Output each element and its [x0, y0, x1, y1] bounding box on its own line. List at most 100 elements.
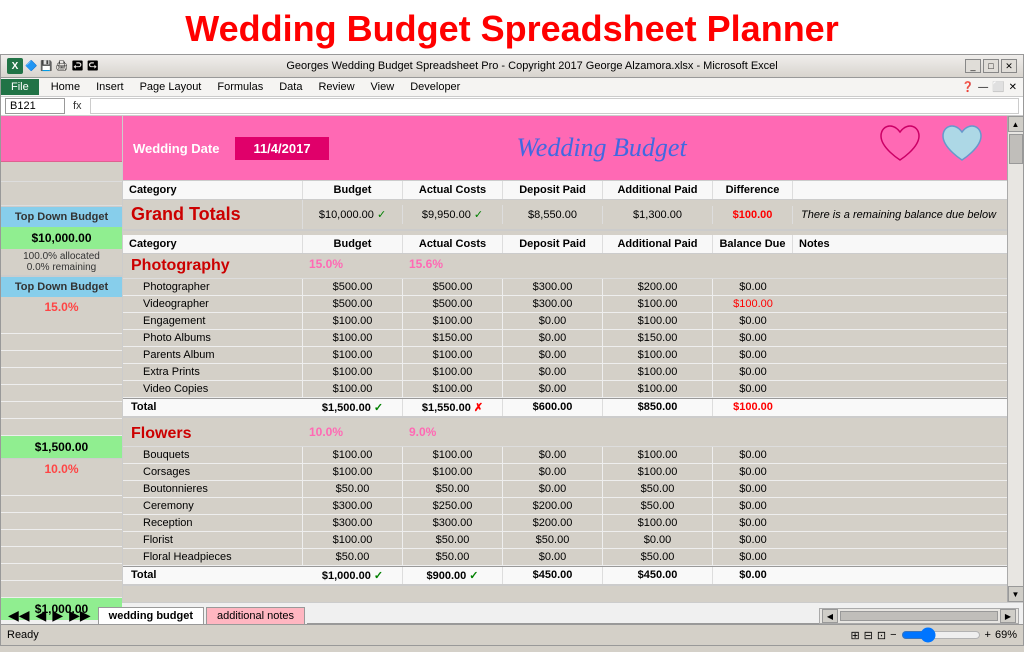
- photo-item-balance: $0.00: [713, 313, 793, 329]
- flower-item-name: Floral Headpieces: [123, 549, 303, 565]
- photo-item-name: Video Copies: [123, 381, 303, 397]
- tab-nav-last[interactable]: ▶▶: [66, 607, 94, 624]
- flowers-item-row: Reception $300.00 $300.00 $200.00 $100.0…: [123, 515, 1007, 532]
- flower-item-balance: $0.00: [713, 549, 793, 565]
- scroll-right-button[interactable]: ▶: [1000, 609, 1016, 623]
- vertical-scrollbar[interactable]: ▲ ▼: [1007, 116, 1023, 602]
- photo-item-deposit: $0.00: [503, 330, 603, 346]
- flower-item-name: Ceremony: [123, 498, 303, 514]
- flower-item-name: Reception: [123, 515, 303, 531]
- dep-header: Deposit Paid: [503, 235, 603, 253]
- collapse-icon[interactable]: —: [978, 82, 988, 93]
- flower-item-additional: $0.00: [603, 532, 713, 548]
- maximize-button[interactable]: □: [983, 59, 999, 73]
- view-normal-icon[interactable]: ⊞: [850, 629, 859, 642]
- photo-item-additional: $100.00: [603, 364, 713, 380]
- zoom-out-button[interactable]: −: [890, 629, 896, 641]
- status-bar: Ready ⊞ ⊟ ⊡ − + 69%: [1, 624, 1023, 645]
- flowers-name-row: Flowers 10.0% 9.0%: [123, 422, 1007, 447]
- minimize-button[interactable]: _: [965, 59, 981, 73]
- formulas-menu[interactable]: Formulas: [209, 79, 271, 95]
- home-menu[interactable]: Home: [43, 79, 88, 95]
- photo-item-budget: $500.00: [303, 296, 403, 312]
- view-layout-icon[interactable]: ⊟: [864, 629, 873, 642]
- review-menu[interactable]: Review: [310, 79, 362, 95]
- view-page-break-icon[interactable]: ⊡: [877, 629, 886, 642]
- photo-item-actual: $100.00: [403, 313, 503, 329]
- photography-total-label: Total: [123, 399, 303, 416]
- insert-menu[interactable]: Insert: [88, 79, 132, 95]
- sheet1-tab[interactable]: wedding budget: [98, 607, 204, 624]
- left-sidebar: Top Down Budget $10,000.00 100.0% alloca…: [1, 116, 123, 602]
- scroll-up-button[interactable]: ▲: [1008, 116, 1024, 132]
- flower-item-name: Corsages: [123, 464, 303, 480]
- close-button[interactable]: ✕: [1001, 59, 1017, 73]
- restore-icon[interactable]: ⬜: [992, 82, 1004, 93]
- flower-item-deposit: $0.00: [503, 481, 603, 497]
- actual-costs-header: Actual Costs: [403, 181, 503, 199]
- formula-input[interactable]: [90, 98, 1019, 114]
- close-icon[interactable]: ✕: [1009, 82, 1017, 93]
- photography-label: Photography: [123, 254, 303, 278]
- photography-pct-sidebar: 15.0%: [1, 297, 122, 317]
- photo-item-actual: $100.00: [403, 381, 503, 397]
- flower-item-name: Bouquets: [123, 447, 303, 463]
- scroll-down-button[interactable]: ▼: [1008, 586, 1024, 602]
- photo-item-deposit: $0.00: [503, 381, 603, 397]
- flower-item-budget: $50.00: [303, 481, 403, 497]
- flower-item-balance: $0.00: [713, 532, 793, 548]
- notes-header-gt: [793, 181, 1007, 199]
- data-menu[interactable]: Data: [271, 79, 310, 95]
- photography-items: Photographer $500.00 $500.00 $300.00 $20…: [123, 279, 1007, 398]
- photo-item-balance: $0.00: [713, 330, 793, 346]
- add-header: Additional Paid: [603, 235, 713, 253]
- horizontal-scroll-thumb[interactable]: [840, 611, 998, 621]
- flower-item-actual: $100.00: [403, 464, 503, 480]
- formula-bar: fx: [1, 97, 1023, 116]
- zoom-level: 69%: [995, 629, 1017, 641]
- photo-total-deposit: $600.00: [503, 399, 603, 416]
- cell-reference-input[interactable]: [5, 98, 65, 114]
- flowers-total-balance: $0.00: [713, 567, 793, 584]
- tab-nav-prev[interactable]: ◀: [33, 607, 50, 624]
- developer-menu[interactable]: Developer: [402, 79, 468, 95]
- budget-value: $10,000.00: [1, 227, 122, 249]
- photo-item-actual: $100.00: [403, 364, 503, 380]
- tab-nav-first[interactable]: ◀◀: [5, 607, 33, 624]
- page-layout-menu[interactable]: Page Layout: [132, 79, 210, 95]
- file-menu[interactable]: File: [1, 79, 39, 95]
- photo-item-name: Photographer: [123, 279, 303, 295]
- grand-deposit-value: $8,550.00: [503, 206, 603, 224]
- flower-item-actual: $250.00: [403, 498, 503, 514]
- grand-budget-value: $10,000.00 ✓: [303, 205, 403, 224]
- flower-item-deposit: $200.00: [503, 498, 603, 514]
- flowers-item-row: Ceremony $300.00 $250.00 $200.00 $50.00 …: [123, 498, 1007, 515]
- flowers-total-row: Total $1,000.00 ✓ $900.00 ✓ $450.00 $450…: [123, 566, 1007, 586]
- grand-additional-value: $1,300.00: [603, 206, 713, 224]
- flower-item-actual: $300.00: [403, 515, 503, 531]
- help-icon[interactable]: ❓: [962, 82, 974, 93]
- wedding-budget-title: Wedding Budget: [329, 133, 875, 163]
- photo-item-budget: $500.00: [303, 279, 403, 295]
- tab-nav-next[interactable]: ▶: [49, 607, 66, 624]
- flower-item-name: Boutonnieres: [123, 481, 303, 497]
- scroll-thumb[interactable]: [1009, 134, 1023, 164]
- category-header: Category: [123, 181, 303, 199]
- notes-header: Notes: [793, 235, 1007, 253]
- photo-total-actual: $1,550.00 ✗: [403, 399, 503, 416]
- view-menu[interactable]: View: [363, 79, 403, 95]
- tab-bar: ◀◀ ◀ ▶ ▶▶ wedding budget additional note…: [1, 602, 1023, 624]
- zoom-in-button[interactable]: +: [985, 629, 991, 641]
- flower-item-deposit: $0.00: [503, 464, 603, 480]
- allocated-text: 100.0% allocated 0.0% remaining: [1, 249, 122, 275]
- flower-item-budget: $100.00: [303, 447, 403, 463]
- flower-item-budget: $300.00: [303, 498, 403, 514]
- scroll-left-button[interactable]: ◀: [822, 609, 838, 623]
- ready-status: Ready: [7, 629, 39, 641]
- photo-item-additional: $100.00: [603, 313, 713, 329]
- zoom-slider[interactable]: [901, 627, 981, 643]
- grand-note: There is a remaining balance due below: [793, 206, 1007, 224]
- sheet2-tab[interactable]: additional notes: [206, 607, 305, 624]
- fx-label: fx: [69, 100, 86, 112]
- photo-item-budget: $100.00: [303, 381, 403, 397]
